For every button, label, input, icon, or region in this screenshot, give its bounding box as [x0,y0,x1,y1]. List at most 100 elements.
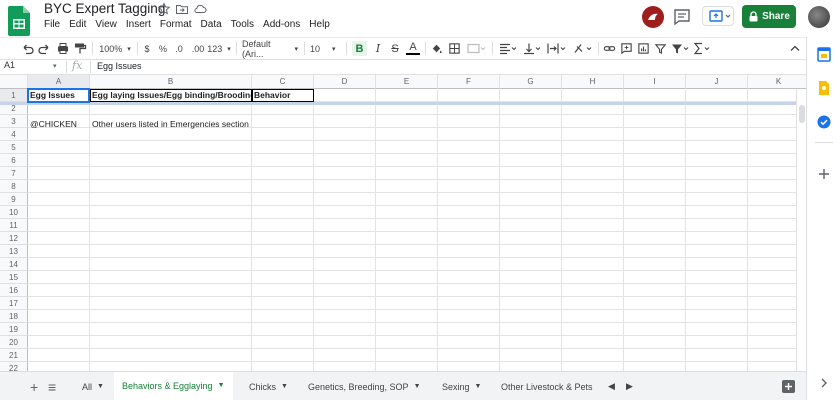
column-header-i[interactable]: I [624,75,686,89]
paint-format-icon[interactable] [73,41,87,56]
row-header-12[interactable]: 12 [0,232,28,245]
scrollbar-thumb[interactable] [799,105,805,123]
sheet-tab-chicks[interactable]: Chicks ▼ [241,372,296,400]
text-color-button[interactable]: A [406,41,420,55]
all-sheets-button[interactable]: ≡ [40,372,64,400]
document-title[interactable]: BYC Expert Tagging [44,1,165,16]
redo-icon[interactable] [38,41,52,56]
column-header-j[interactable]: J [686,75,748,89]
sheet-tab-genetics[interactable]: Genetics, Breeding, SOP ▼ [300,372,429,400]
text-rotation-icon[interactable] [572,41,594,56]
column-header-g[interactable]: G [500,75,562,89]
row-header-7[interactable]: 7 [0,167,28,180]
insert-comment-icon[interactable] [620,41,633,56]
collapse-toolbar-icon[interactable] [789,41,801,56]
increase-decimal-button[interactable]: .00 [190,41,206,56]
menu-tools[interactable]: Tools [231,19,254,30]
row-header-16[interactable]: 16 [0,284,28,297]
column-header-e[interactable]: E [376,75,438,89]
filter-views-icon[interactable] [670,41,690,56]
insert-link-icon[interactable] [603,41,616,56]
zoom-select[interactable]: 100% ▾ [97,41,133,56]
formula-input[interactable]: Egg Issues [97,61,142,71]
user-avatar[interactable] [808,6,830,28]
borders-icon[interactable] [448,41,461,56]
row-header-8[interactable]: 8 [0,180,28,193]
cloud-status-icon[interactable] [193,2,207,16]
frozen-row-divider[interactable] [0,102,796,105]
explore-icon[interactable] [782,380,795,393]
insert-chart-icon[interactable] [637,41,650,56]
sheet-tab-behaviors-egglaying[interactable]: Behaviors & Egglaying ▼ [114,372,233,400]
tasks-icon[interactable] [817,115,831,129]
horizontal-align-icon[interactable] [498,41,518,56]
decrease-decimal-button[interactable]: .0 [172,41,186,56]
menu-help[interactable]: Help [309,19,330,30]
row-header-13[interactable]: 13 [0,245,28,258]
star-icon[interactable] [157,2,171,16]
functions-icon[interactable] [692,41,712,56]
merge-cells-icon[interactable] [466,41,486,56]
column-header-f[interactable]: F [438,75,500,89]
share-button[interactable]: Share [742,5,796,28]
present-button[interactable] [702,6,734,26]
calendar-icon[interactable] [817,46,831,62]
side-panel-collapse-icon[interactable] [818,377,830,389]
name-box[interactable]: A1 ▾ [4,60,57,70]
menu-view[interactable]: View [95,19,117,30]
select-all-corner[interactable] [0,75,28,89]
row-header-18[interactable]: 18 [0,310,28,323]
column-header-k[interactable]: K [748,75,806,89]
italic-button[interactable]: I [372,41,384,56]
row-header-3[interactable]: 3 [0,115,28,128]
font-size-select[interactable]: 10 ▾ [310,41,340,56]
more-formats-button[interactable]: 123 ▾ [207,41,231,56]
row-header-19[interactable]: 19 [0,323,28,336]
menu-edit[interactable]: Edit [69,19,86,30]
column-header-b[interactable]: B [90,75,252,89]
menu-insert[interactable]: Insert [126,19,151,30]
font-select[interactable]: Default (Ari... ▾ [242,39,298,59]
text-wrapping-icon[interactable] [546,41,568,56]
get-addons-icon[interactable] [818,168,830,180]
keep-icon[interactable] [817,80,831,96]
menu-format[interactable]: Format [160,19,192,30]
sheet-tab-sexing[interactable]: Sexing ▼ [434,372,489,400]
sheet-tab-all[interactable]: All ▼ [74,372,112,400]
strikethrough-button[interactable]: S [389,41,401,56]
row-header-1[interactable]: 1 [0,89,28,102]
cell-b1[interactable]: Egg laying Issues/Egg binding/Broodiness [90,89,251,101]
column-header-a[interactable]: A [28,75,90,89]
spreadsheet-grid[interactable]: A B C D E F G H I J K 1 2 3 4 5 6 7 8 9 10 11 12 13 14 15 16 17 18 19… [0,75,806,371]
menu-data[interactable]: Data [201,19,222,30]
sheets-logo-icon[interactable] [8,6,30,36]
cell-a3[interactable]: @CHICKEN [28,118,89,130]
vertical-align-icon[interactable] [522,41,542,56]
menu-addons[interactable]: Add-ons [263,19,300,30]
move-to-folder-icon[interactable] [175,2,189,16]
row-header-4[interactable]: 4 [0,128,28,141]
fill-color-icon[interactable] [430,41,443,56]
undo-icon[interactable] [20,41,34,56]
row-header-15[interactable]: 15 [0,271,28,284]
row-header-11[interactable]: 11 [0,219,28,232]
column-header-c[interactable]: C [252,75,314,89]
menu-file[interactable]: File [44,19,60,30]
collaborator-avatar[interactable] [642,6,664,28]
scroll-tabs-right-button[interactable]: ▶ [618,372,641,400]
row-header-17[interactable]: 17 [0,297,28,310]
currency-button[interactable]: $ [142,41,152,56]
filter-icon[interactable] [654,41,667,56]
cell-c1[interactable]: Behavior [252,89,313,101]
row-header-10[interactable]: 10 [0,206,28,219]
row-header-20[interactable]: 20 [0,336,28,349]
column-header-h[interactable]: H [562,75,624,89]
column-header-d[interactable]: D [314,75,376,89]
row-header-9[interactable]: 9 [0,193,28,206]
row-header-14[interactable]: 14 [0,258,28,271]
sheet-tab-other-livestock[interactable]: Other Livestock & Pets [493,372,598,400]
row-header-6[interactable]: 6 [0,154,28,167]
row-header-22[interactable]: 22 [0,362,28,371]
row-header-21[interactable]: 21 [0,349,28,362]
vertical-scrollbar[interactable] [796,89,806,371]
